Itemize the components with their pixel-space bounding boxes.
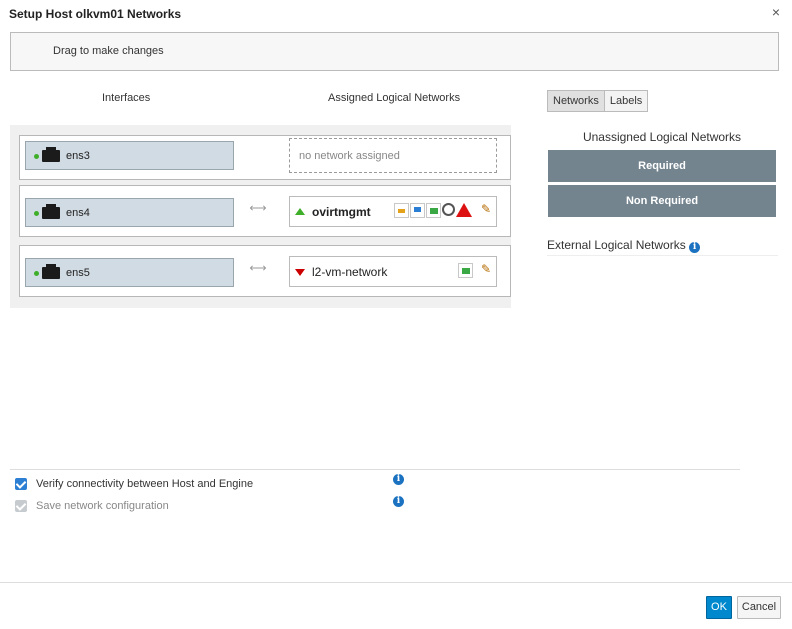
down-arrow-icon [295, 269, 305, 276]
display-role-icon [394, 203, 409, 218]
network-role-icons [458, 263, 473, 279]
ethernet-port-icon [42, 147, 60, 162]
up-arrow-icon [295, 208, 305, 215]
nic-name: ens3 [66, 150, 90, 162]
footer-divider [0, 582, 792, 583]
cancel-button[interactable]: Cancel [737, 596, 781, 619]
nic-ens3[interactable]: ens3 [25, 141, 234, 170]
save-network-config-label: Save network configuration [36, 500, 169, 512]
attachment-arrow-icon: ⟷ [249, 261, 267, 275]
drag-banner-text: Drag to make changes [53, 45, 164, 57]
external-networks-label: External Logical Networks [547, 238, 686, 252]
required-networks-bucket[interactable]: Required [548, 150, 776, 182]
external-networks-title: External Logical Networks i [547, 238, 778, 256]
network-l2-vm-network[interactable]: l2-vm-network ✎ [289, 256, 497, 287]
ethernet-port-icon [42, 264, 60, 279]
info-icon[interactable]: i [393, 474, 404, 485]
tab-networks[interactable]: Networks [547, 90, 605, 112]
nic-name: ens4 [66, 207, 90, 219]
interface-row-ens5: ens5 ⟷ l2-vm-network ✎ [19, 245, 511, 297]
options-divider [10, 469, 740, 470]
network-role-icons [394, 203, 472, 219]
network-name: ovirtmgmt [312, 205, 371, 219]
drag-banner: Drag to make changes [10, 32, 779, 71]
warning-icon [456, 203, 472, 217]
attachment-arrow-icon: ⟷ [249, 201, 267, 215]
dialog-header: Setup Host olkvm01 Networks × [0, 0, 792, 26]
nic-ens5[interactable]: ens5 [25, 258, 234, 287]
checkbox-icon[interactable] [15, 478, 27, 490]
nic-name: ens5 [66, 267, 90, 279]
assigned-networks-header: Assigned Logical Networks [328, 92, 461, 104]
interfaces-panel: ens3 no network assigned ens4 ⟷ ovirtmgm… [10, 125, 511, 308]
link-status-dot-icon [34, 271, 39, 276]
info-icon[interactable]: i [689, 242, 701, 253]
save-network-config-option: Save network configuration [15, 498, 169, 514]
no-network-text: no network assigned [299, 150, 400, 162]
link-status-dot-icon [34, 154, 39, 159]
network-ovirtmgmt[interactable]: ovirtmgmt ✎ [289, 196, 497, 227]
info-icon[interactable]: i [393, 496, 404, 507]
link-status-dot-icon [34, 211, 39, 216]
tab-labels[interactable]: Labels [604, 90, 649, 112]
non-required-networks-bucket[interactable]: Non Required [548, 185, 776, 217]
interfaces-header: Interfaces [102, 92, 151, 104]
vm-network-icon [426, 203, 441, 218]
dialog-title: Setup Host olkvm01 Networks [9, 7, 182, 21]
checkbox-icon [15, 500, 27, 512]
migration-role-icon [410, 203, 425, 218]
verify-connectivity-label: Verify connectivity between Host and Eng… [36, 478, 254, 490]
network-drop-zone[interactable]: no network assigned [289, 138, 497, 173]
interface-row-ens3: ens3 no network assigned [19, 135, 511, 180]
nic-ens4[interactable]: ens4 [25, 198, 234, 227]
management-gear-icon [442, 203, 455, 216]
ethernet-port-icon [42, 204, 60, 219]
vm-network-icon [458, 263, 473, 278]
edit-pencil-icon[interactable]: ✎ [481, 262, 493, 276]
ok-button[interactable]: OK [706, 596, 732, 619]
network-name: l2-vm-network [312, 265, 388, 279]
side-tabs: Networks Labels [547, 90, 649, 112]
interface-row-ens4: ens4 ⟷ ovirtmgmt ✎ [19, 185, 511, 237]
close-icon[interactable]: × [772, 4, 780, 20]
edit-pencil-icon[interactable]: ✎ [481, 202, 493, 216]
unassigned-networks-title: Unassigned Logical Networks [582, 130, 742, 144]
verify-connectivity-option[interactable]: Verify connectivity between Host and Eng… [15, 476, 253, 492]
